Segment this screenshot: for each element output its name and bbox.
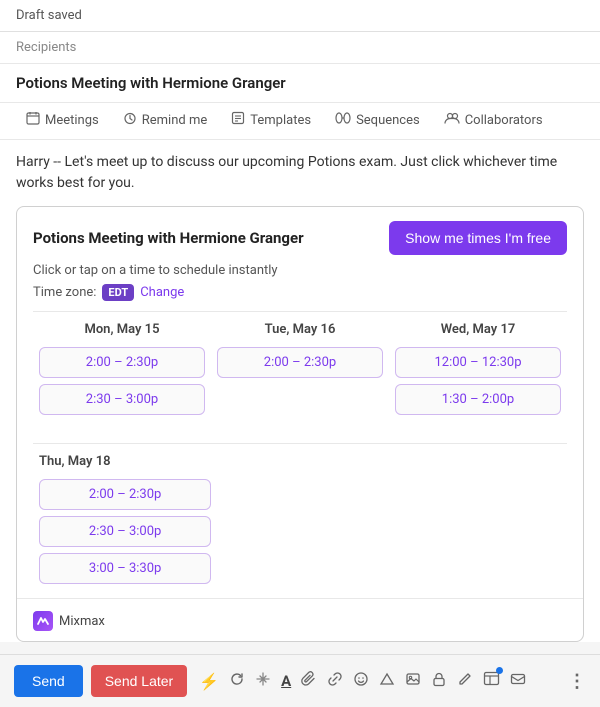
bottom-toolbar: Send Send Later ⚡ A <box>0 654 600 707</box>
email-body: Harry -- Let's meet up to discuss our up… <box>0 140 600 206</box>
send-later-button[interactable]: Send Later <box>91 665 188 697</box>
card-title: Potions Meeting with Hermione Granger <box>33 229 304 247</box>
templates-label: Templates <box>250 113 311 128</box>
send-button[interactable]: Send <box>14 665 83 697</box>
top-time-grid: Mon, May 15 2:00 – 2:30p 2:30 – 3:00p Tu… <box>17 312 583 443</box>
timezone-badge: EDT <box>102 284 134 301</box>
template-icon[interactable] <box>483 671 500 691</box>
subject-text: Potions Meeting with Hermione Granger <box>16 74 286 92</box>
col-tue: Tue, May 16 2:00 – 2:30p <box>211 322 389 433</box>
wed-header: Wed, May 17 <box>395 322 561 337</box>
mixmax-logo <box>33 611 53 631</box>
meetings-icon <box>26 111 40 129</box>
text-format-icon[interactable]: A <box>281 672 291 690</box>
top-bar: Draft saved <box>0 0 600 32</box>
nav-tabs: Meetings Remind me Templates Sequences C… <box>0 103 600 140</box>
time-slot[interactable]: 1:30 – 2:00p <box>395 384 561 415</box>
more-options-button[interactable]: ⋮ <box>568 671 586 692</box>
timezone-row: Time zone: EDT Change <box>17 282 583 311</box>
email-body-text: Harry -- Let's meet up to discuss our up… <box>16 154 557 191</box>
col-wed: Wed, May 17 12:00 – 12:30p 1:30 – 2:00p <box>389 322 567 433</box>
time-slot[interactable]: 2:00 – 2:30p <box>217 347 383 378</box>
collaborators-label: Collaborators <box>465 113 543 128</box>
sparkle-icon[interactable] <box>255 671 271 691</box>
sequences-label: Sequences <box>356 113 420 128</box>
pencil-icon[interactable] <box>457 671 473 691</box>
lock-icon[interactable] <box>431 671 447 691</box>
subject-row: Potions Meeting with Hermione Granger <box>0 64 600 103</box>
tue-header: Tue, May 16 <box>217 322 383 337</box>
card-subtitle: Click or tap on a time to schedule insta… <box>17 263 583 282</box>
card-header: Potions Meeting with Hermione Granger Sh… <box>17 207 583 263</box>
tab-meetings[interactable]: Meetings <box>16 103 109 139</box>
triangle-icon[interactable] <box>379 671 395 691</box>
attachment-icon[interactable] <box>301 671 317 691</box>
time-slot[interactable]: 2:00 – 2:30p <box>39 479 211 510</box>
mixmax-brand: Mixmax <box>17 607 583 641</box>
mon-header: Mon, May 15 <box>39 322 205 337</box>
time-slot[interactable]: 2:00 – 2:30p <box>39 347 205 378</box>
time-slot[interactable]: 2:30 – 3:00p <box>39 384 205 415</box>
thu-header: Thu, May 18 <box>39 454 561 469</box>
remind-icon <box>123 111 137 129</box>
col-mon: Mon, May 15 2:00 – 2:30p 2:30 – 3:00p <box>33 322 211 433</box>
mixmax-label: Mixmax <box>59 614 105 629</box>
show-times-button[interactable]: Show me times I'm free <box>389 221 567 255</box>
collaborators-icon <box>444 111 460 129</box>
bottom-divider <box>17 598 583 599</box>
recipients-row[interactable]: Recipients <box>0 32 600 64</box>
tab-sequences[interactable]: Sequences <box>325 103 430 139</box>
timezone-change[interactable]: Change <box>140 285 184 300</box>
thu-section: Thu, May 18 2:00 – 2:30p 2:30 – 3:00p 3:… <box>17 444 583 598</box>
templates-icon <box>231 111 245 129</box>
refresh-icon[interactable] <box>229 671 245 691</box>
link-icon[interactable] <box>327 671 343 691</box>
toolbar-icons: ⚡ A <box>199 671 586 692</box>
remind-me-label: Remind me <box>142 113 208 128</box>
thu-col: 2:00 – 2:30p 2:30 – 3:00p 3:00 – 3:30p <box>39 479 211 584</box>
meetings-label: Meetings <box>45 113 99 128</box>
recipients-label: Recipients <box>16 40 76 55</box>
tab-templates[interactable]: Templates <box>221 103 321 139</box>
timezone-label: Time zone: <box>33 285 96 300</box>
sequences-icon <box>335 111 351 129</box>
draft-status: Draft saved <box>16 8 82 23</box>
mail-icon[interactable] <box>510 671 526 691</box>
image-icon[interactable] <box>405 671 421 691</box>
emoji-icon[interactable] <box>353 671 369 691</box>
lightning-icon[interactable]: ⚡ <box>199 672 219 691</box>
time-slot[interactable]: 2:30 – 3:00p <box>39 516 211 547</box>
calendar-card: Potions Meeting with Hermione Granger Sh… <box>16 206 584 642</box>
time-slot[interactable]: 3:00 – 3:30p <box>39 553 211 584</box>
time-slot[interactable]: 12:00 – 12:30p <box>395 347 561 378</box>
notification-dot <box>496 667 503 674</box>
tab-remind-me[interactable]: Remind me <box>113 103 218 139</box>
tab-collaborators[interactable]: Collaborators <box>434 103 553 139</box>
